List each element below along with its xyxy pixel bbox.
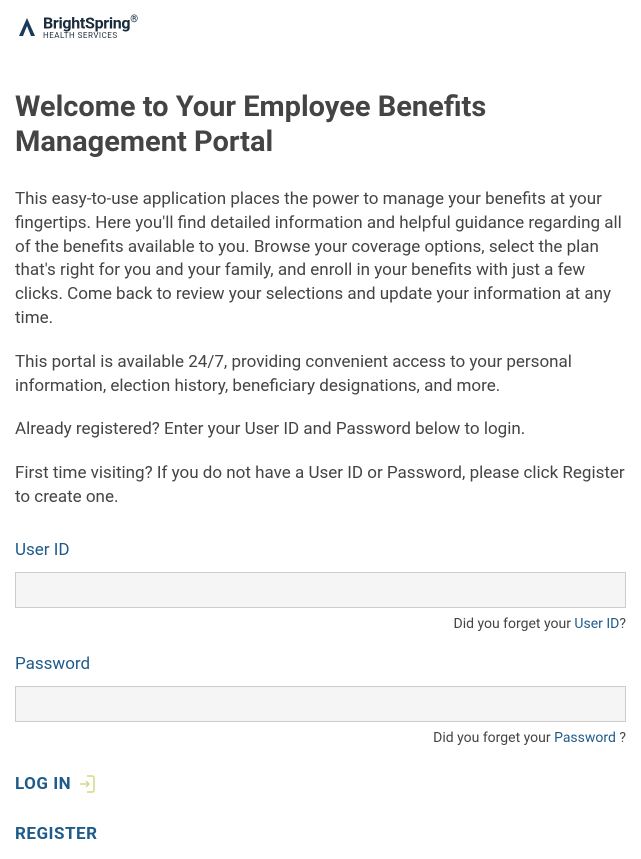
forgot-password-row: Did you forget your Password ? [15, 730, 626, 746]
password-label: Password [15, 654, 626, 674]
login-icon [79, 775, 95, 793]
forgot-password-prefix: Did you forget your [433, 730, 554, 746]
login-button[interactable]: LOG IN [15, 774, 71, 794]
intro-paragraph-4: First time visiting? If you do not have … [15, 462, 626, 510]
brand-name: BrightSpring [43, 13, 130, 32]
intro-paragraph-2: This portal is available 24/7, providing… [15, 351, 626, 399]
forgot-user-id-prefix: Did you forget your [454, 616, 575, 632]
forgot-password-link[interactable]: Password [554, 730, 616, 746]
page-title: Welcome to Your Employee Benefits Manage… [15, 90, 626, 160]
intro-paragraph-3: Already registered? Enter your User ID a… [15, 418, 626, 442]
logo-icon [15, 16, 39, 40]
user-id-label: User ID [15, 540, 626, 560]
password-input[interactable] [15, 686, 626, 722]
brand-tagline: HEALTH SERVICES [43, 32, 138, 40]
brand-logo: BrightSpring® HEALTH SERVICES [15, 15, 626, 40]
forgot-user-id-row: Did you forget your User ID? [15, 616, 626, 632]
trademark-symbol: ® [130, 14, 138, 25]
forgot-user-id-link[interactable]: User ID [574, 616, 619, 632]
register-button[interactable]: REGISTER [15, 824, 97, 844]
intro-paragraph-1: This easy-to-use application places the … [15, 188, 626, 331]
forgot-password-suffix: ? [616, 730, 626, 746]
intro-text: This easy-to-use application places the … [15, 188, 626, 510]
user-id-input[interactable] [15, 572, 626, 608]
forgot-user-id-suffix: ? [619, 616, 626, 632]
